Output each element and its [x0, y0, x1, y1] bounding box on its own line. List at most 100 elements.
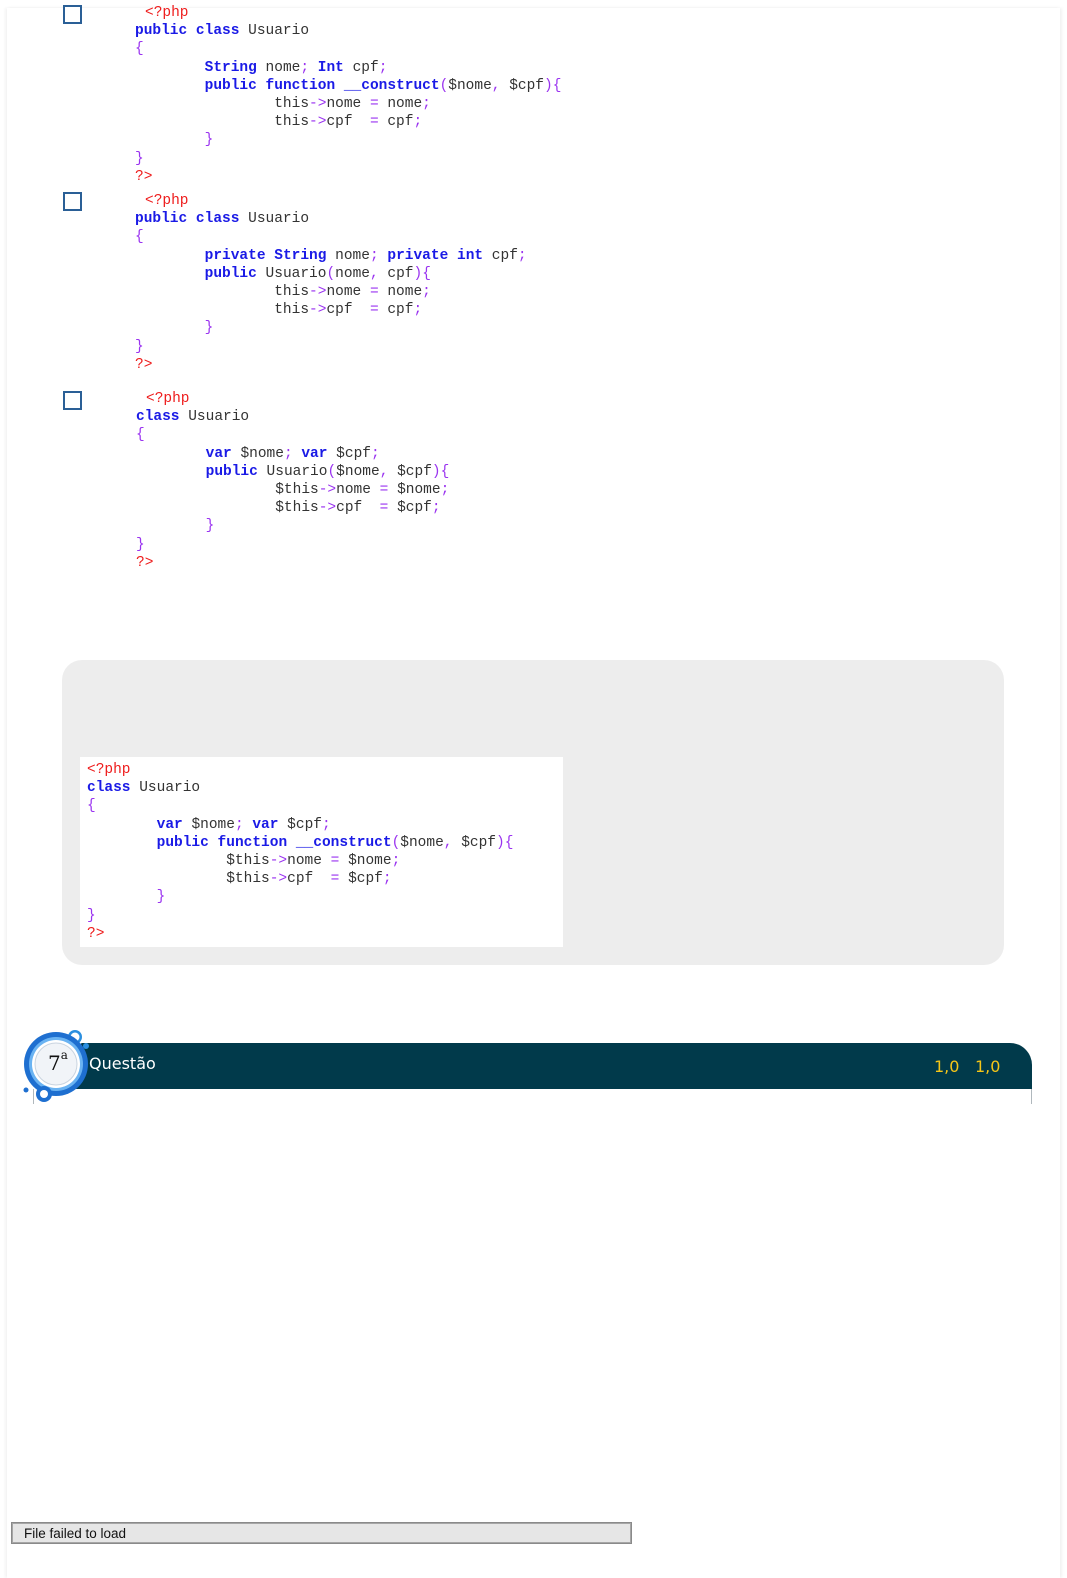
code-token: ;: [413, 302, 423, 319]
code-line: public Usuario(nome, cpf){: [135, 265, 527, 283]
code-token: ;: [234, 816, 253, 833]
code-token: }: [87, 907, 96, 924]
code-line: }: [87, 888, 513, 906]
code-token: =: [369, 95, 388, 112]
code-line: {: [136, 426, 449, 444]
code-token: ){: [413, 265, 431, 282]
code-line: $this->cpf = $cpf;: [87, 870, 513, 888]
option-3-checkbox[interactable]: [63, 391, 82, 410]
question-border-right: [1031, 1089, 1032, 1104]
code-token: $cpf: [509, 77, 545, 94]
code-line: public class Usuario: [135, 22, 561, 40]
option-1-checkbox[interactable]: [63, 5, 82, 24]
code-token: {: [135, 41, 144, 58]
code-line: }: [135, 338, 527, 356]
code-line: var $nome; var $cpf;: [136, 445, 449, 463]
code-line: $this->cpf = $cpf;: [136, 499, 449, 517]
code-token: cpf: [387, 114, 414, 131]
code-token: ->: [318, 500, 337, 517]
code-token: cpf: [326, 114, 370, 131]
option-2-checkbox[interactable]: [63, 192, 82, 211]
code-token: =: [369, 302, 388, 319]
score-earned: 1,0: [934, 1057, 960, 1076]
code-token: public: [205, 463, 267, 480]
code-token: $nome: [191, 816, 235, 833]
code-token: <?php: [145, 193, 189, 209]
code-token: $this: [136, 481, 319, 498]
code-line: }: [135, 319, 527, 337]
code-token: ;: [321, 816, 331, 833]
code-token: ,: [443, 834, 462, 851]
code-token: Usuario: [266, 463, 328, 480]
code-token: $this: [87, 871, 270, 888]
code-line: {: [135, 40, 561, 58]
code-token: public function: [156, 834, 296, 851]
code-token: var: [205, 445, 241, 462]
code-token: private int: [387, 247, 492, 264]
code-token: ;: [413, 114, 423, 131]
code-token: {: [87, 798, 96, 815]
code-line: $this->nome = $nome;: [136, 481, 449, 499]
code-token: public class: [135, 211, 249, 228]
code-token: =: [369, 283, 388, 300]
code-token: }: [136, 536, 145, 553]
code-line: this->cpf = cpf;: [135, 113, 561, 131]
code-token: var: [156, 816, 192, 833]
code-line: }: [87, 907, 513, 925]
option-1-code: <?php public class Usuario{ String nome; …: [135, 4, 561, 186]
code-token: public class: [135, 23, 249, 40]
code-line: {: [135, 228, 527, 246]
code-line: this->nome = nome;: [135, 95, 561, 113]
code-line: <?php: [135, 192, 527, 210]
code-token: ;: [300, 59, 318, 76]
code-token: ){: [496, 834, 514, 851]
answer-code: <?php class Usuario{ var $nome; var $cpf;…: [87, 761, 513, 943]
question-number: 7a: [48, 1048, 68, 1075]
code-token: $nome: [348, 852, 392, 869]
code-line: $this->nome = $nome;: [87, 852, 513, 870]
code-token: ;: [378, 59, 388, 76]
code-token: nome: [265, 59, 301, 76]
code-token: ;: [370, 445, 380, 462]
code-token: $cpf: [397, 463, 432, 480]
code-line: ?>: [136, 554, 449, 572]
code-line: public function __construct($nome, $cpf)…: [135, 77, 562, 95]
code-token: ->: [309, 302, 327, 319]
code-line: }: [135, 131, 561, 149]
question-number-value: 7: [48, 1051, 61, 1075]
code-token: class: [87, 780, 140, 797]
code-line: class Usuario: [136, 408, 449, 426]
code-token: Usuario: [139, 780, 201, 797]
code-token: =: [330, 852, 349, 869]
code-token: ;: [422, 95, 431, 112]
code-token: Usuario: [248, 23, 310, 40]
code-token: ,: [379, 463, 398, 480]
code-token: $nome: [336, 463, 380, 480]
code-token: =: [379, 481, 398, 498]
code-token: ;: [369, 247, 388, 264]
code-line: {: [87, 797, 513, 815]
file-load-error: File failed to load: [11, 1522, 632, 1544]
code-token: ->: [269, 871, 288, 888]
code-token: }: [204, 132, 214, 149]
code-token: ?>: [135, 356, 153, 373]
code-token: Int: [317, 59, 353, 76]
code-line: public Usuario($nome, $cpf){: [136, 463, 450, 481]
code-token: this: [135, 95, 310, 112]
code-token: ?>: [135, 168, 153, 185]
code-token: =: [369, 114, 388, 131]
code-line: var $nome; var $cpf;: [87, 816, 513, 834]
code-token: ->: [309, 283, 327, 300]
code-token: class: [136, 409, 189, 426]
code-token: nome: [335, 265, 370, 282]
code-token: ->: [269, 852, 288, 869]
code-token: }: [205, 518, 215, 535]
code-line: }: [135, 150, 561, 168]
